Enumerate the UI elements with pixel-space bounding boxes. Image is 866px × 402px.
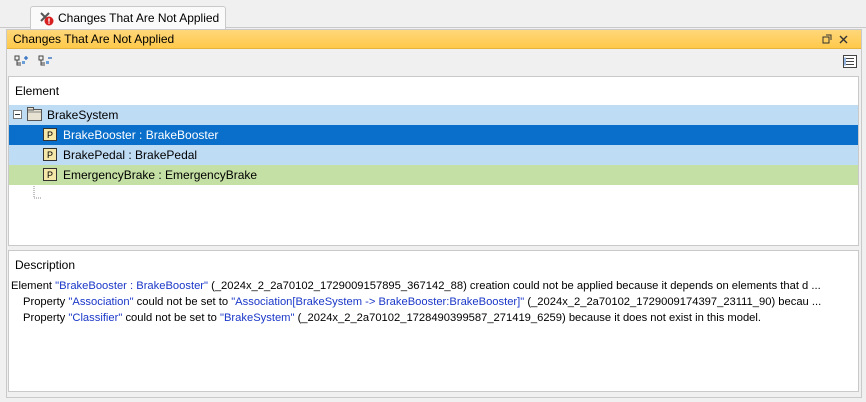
details-view-icon[interactable]	[841, 53, 859, 69]
collapse-toggle-icon[interactable]	[13, 110, 22, 119]
collapse-all-icon[interactable]	[37, 53, 55, 69]
tree-row-brakepedal[interactable]: P BrakePedal : BrakePedal	[9, 145, 858, 165]
property-link[interactable]: "Classifier"	[68, 312, 122, 324]
part-property-icon: P	[43, 168, 57, 184]
package-icon	[27, 107, 42, 125]
tab-changes-not-applied[interactable]: Changes That Are Not Applied	[30, 6, 226, 29]
tab-strip: Changes That Are Not Applied	[0, 0, 866, 29]
line-prefix: Property	[23, 312, 69, 324]
tab-label: Changes That Are Not Applied	[58, 11, 220, 25]
changes-warning-icon	[38, 10, 54, 26]
tree-row-label: EmergencyBrake : EmergencyBrake	[63, 168, 258, 182]
description-header: Description	[9, 251, 858, 278]
panel-toolbar	[7, 49, 861, 73]
float-window-icon[interactable]	[821, 33, 833, 45]
property-link[interactable]: "Association"	[68, 296, 133, 308]
close-icon[interactable]	[837, 33, 849, 45]
line-rest: (_2024x_2_2a70102_1728490399587_271419_6…	[294, 312, 761, 324]
line-rest: (_2024x_2_2a70102_1729009174397_23111_90…	[524, 296, 822, 308]
description-line-association: Property "Association" could not be set …	[23, 295, 821, 310]
part-property-icon: P	[43, 128, 57, 144]
tree-row-label: BrakeBooster : BrakeBooster	[63, 128, 219, 142]
value-link[interactable]: "Association[BrakeSystem -> BrakeBooster…	[231, 296, 524, 308]
description-header-label: Description	[15, 257, 76, 272]
line-prefix: Element	[11, 280, 56, 292]
element-link[interactable]: "BrakeBooster : BrakeBooster"	[55, 280, 208, 292]
svg-text:P: P	[47, 170, 53, 180]
line-mid: could not be set to	[122, 312, 220, 324]
svg-text:P: P	[47, 130, 53, 140]
tree-row-brakebooster[interactable]: P BrakeBooster : BrakeBooster	[9, 125, 858, 145]
line-mid: could not be set to	[133, 296, 232, 308]
description-line-classifier: Property "Classifier" could not be set t…	[23, 311, 761, 326]
element-tree: Element BrakeSystem P BrakeBooster: Bra…	[8, 76, 859, 246]
element-column-header[interactable]: Element	[9, 77, 858, 104]
tree-row-label: BrakePedal : BrakePedal	[63, 148, 198, 162]
panel-title: Changes That Are Not Applied	[13, 32, 175, 46]
tree-row-emergencybrake[interactable]: P EmergencyBrake : EmergencyBrake	[9, 165, 858, 185]
panel-title-bar: Changes That Are Not Applied	[7, 30, 861, 49]
expand-all-icon[interactable]	[13, 53, 31, 69]
description-pane: Description Element "BrakeBooster : Brak…	[8, 250, 859, 392]
value-link[interactable]: "BrakeSystem"	[220, 312, 294, 324]
tree-row-label: BrakeSystem	[47, 108, 119, 122]
changes-panel: Changes That Are Not Applied Element Bra…	[6, 29, 862, 398]
description-line-element: Element "BrakeBooster : BrakeBooster" (_…	[11, 279, 821, 294]
line-prefix: Property	[23, 296, 69, 308]
tree-row-brakesystem[interactable]: BrakeSystem	[9, 105, 858, 125]
part-property-icon: P	[43, 148, 57, 164]
svg-text:P: P	[47, 150, 53, 160]
line-rest: (_2024x_2_2a70102_1729009157895_367142_8…	[208, 280, 821, 292]
